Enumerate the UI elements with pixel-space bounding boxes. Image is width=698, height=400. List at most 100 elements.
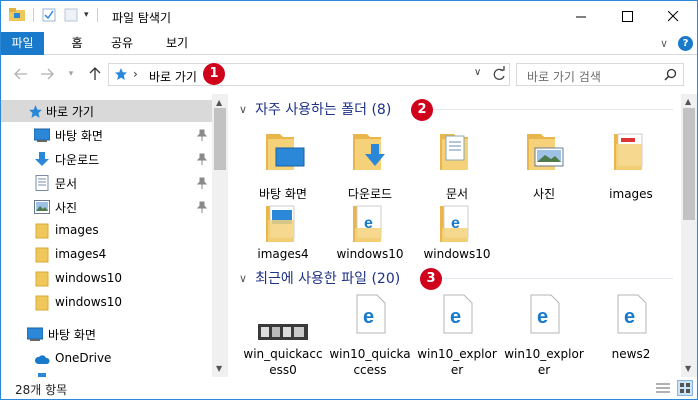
nav-pane-scrollbar[interactable]: ▲ ▼ [212,94,228,377]
recent-locations-icon[interactable]: ▾ [63,66,79,82]
section-header-recent[interactable]: ∨ 최근에 사용한 파일 (20) [239,268,400,288]
content-scrollbar[interactable]: ▲ ▼ [681,94,697,377]
nav-item-onedrive[interactable]: OneDrive [1,348,212,370]
tile-label: news2 [611,347,651,361]
file-tile-win-quickaccess0[interactable]: win_quickaccess0 [242,300,324,377]
nav-item-desktop[interactable]: 바탕 화면 [1,124,212,146]
address-bar[interactable]: › 바로 가기 ∨ [108,63,510,86]
nav-item-windows10-2[interactable]: windows10 [1,292,212,314]
explorer-folder-icon[interactable] [9,8,25,22]
star-icon [27,103,43,119]
new-folder-icon[interactable] [64,8,78,22]
minimize-button[interactable] [558,1,604,32]
svg-text:e: e [363,306,374,328]
file-tile-win10-quickaccess[interactable]: e win10_quickaccess [329,294,411,377]
pin-icon[interactable] [196,153,208,165]
properties-icon[interactable] [42,8,56,22]
scroll-thumb[interactable] [214,108,226,170]
tile-label: win_quickaccess0 [243,347,323,377]
folder-icon [34,247,50,263]
edge-document-icon: e [356,294,386,334]
tile-label: windows10 [423,247,491,261]
nav-item-label: 문서 [55,177,78,191]
nav-item-label: windows10 [55,271,123,285]
tile-label: win10_explorer [417,347,497,377]
file-tile-news2[interactable]: e news2 [590,294,672,377]
large-icons-view-icon[interactable] [677,380,693,396]
tab-file[interactable]: 파일 [1,32,44,55]
nav-item-windows10[interactable]: windows10 [1,268,212,290]
section-header-frequent[interactable]: ∨ 자주 사용하는 폴더 (8) [239,99,391,119]
collapse-chevron-icon[interactable]: ∨ [239,272,247,285]
ribbon-tabs: 파일 홈 공유 보기 ∨ ? [1,32,697,55]
nav-item-label: images [55,223,99,237]
document-icon [34,175,50,191]
search-box[interactable]: 바로 가기 검색 [516,63,684,86]
nav-item-label: 다운로드 [55,153,100,167]
tile-label: win10_quickaccess [329,347,411,377]
section-divider [417,109,673,110]
annotation-badge-1: 1 [203,63,225,85]
forward-arrow-icon[interactable] [39,66,55,82]
tile-label: 사진 [532,187,556,201]
item-count: 28개 항목 [15,383,68,397]
tab-view[interactable]: 보기 [159,32,195,55]
maximize-button[interactable] [604,1,650,32]
help-icon[interactable]: ? [678,36,693,51]
pin-icon[interactable] [196,129,208,141]
scroll-down-icon[interactable]: ▼ [685,364,691,373]
customize-toolbar-icon[interactable]: ▾ [84,10,89,20]
images-folder-icon [614,133,643,170]
scroll-up-icon[interactable]: ▲ [216,98,222,107]
folder-tile-images[interactable]: images [590,126,672,214]
section-divider [441,278,673,279]
file-tile-win10-explorer-2[interactable]: e win10_explorer [503,294,585,377]
folder-tile-pictures[interactable]: 사진 [503,126,585,214]
tab-share[interactable]: 공유 [105,32,139,55]
nav-item-pictures[interactable]: 사진 [1,196,212,218]
refresh-icon[interactable] [492,66,506,85]
up-arrow-icon[interactable] [87,66,103,82]
nav-item-label: 바탕 화면 [55,129,103,143]
nav-item-label: 사진 [55,201,78,215]
search-placeholder: 바로 가기 검색 [527,70,601,84]
ribbon-collapse-icon[interactable]: ∨ [660,37,668,50]
edge-document-icon: e [530,294,560,334]
scroll-thumb[interactable] [683,108,695,220]
quick-access-toolbar: ▾ [9,8,106,22]
nav-item-label: windows10 [55,295,123,309]
desktop-folder-icon [266,134,305,170]
pin-icon[interactable] [196,177,208,189]
nav-item-downloads[interactable]: 다운로드 [1,148,212,170]
scroll-down-icon[interactable]: ▼ [216,364,222,373]
tile-label: images [609,187,653,201]
scroll-up-icon[interactable]: ▲ [685,97,691,106]
nav-item-quick-access[interactable]: 바로 가기 [1,100,212,122]
file-tile-win10-explorer[interactable]: e win10_explorer [416,294,498,377]
annotation-badge-3: 3 [420,268,442,290]
picture-icon [34,199,50,215]
windows10-folder-icon: e [353,205,382,242]
close-button[interactable] [650,1,696,32]
tab-home[interactable]: 홈 [62,32,92,55]
nav-item-images4[interactable]: images4 [1,244,212,266]
details-view-icon[interactable] [656,382,670,397]
breadcrumb[interactable]: 바로 가기 [149,68,197,85]
svg-text:e: e [624,306,635,328]
breadcrumb-separator[interactable]: › [133,67,138,81]
downloads-folder-icon [353,134,385,170]
pin-icon[interactable] [196,201,208,213]
tile-label: win10_explorer [504,347,584,377]
back-arrow-icon[interactable] [13,66,29,82]
address-dropdown-icon[interactable]: ∨ [474,67,481,78]
edge-document-icon: e [617,294,647,334]
search-icon[interactable] [664,68,677,84]
navigation-bar: ▾ › 바로 가기 ∨ 1 바로 가기 검색 [1,56,697,94]
nav-item-desktop-root[interactable]: 바탕 화면 [1,323,212,345]
collapse-chevron-icon[interactable]: ∨ [239,103,247,116]
nav-item-images[interactable]: images [1,220,212,242]
svg-text:e: e [537,306,548,328]
navigation-pane: 바로 가기 바탕 화면 다운로드 문서 사진 images images4 wi… [1,94,228,377]
nav-item-documents[interactable]: 문서 [1,172,212,194]
desktop-icon [27,326,43,342]
